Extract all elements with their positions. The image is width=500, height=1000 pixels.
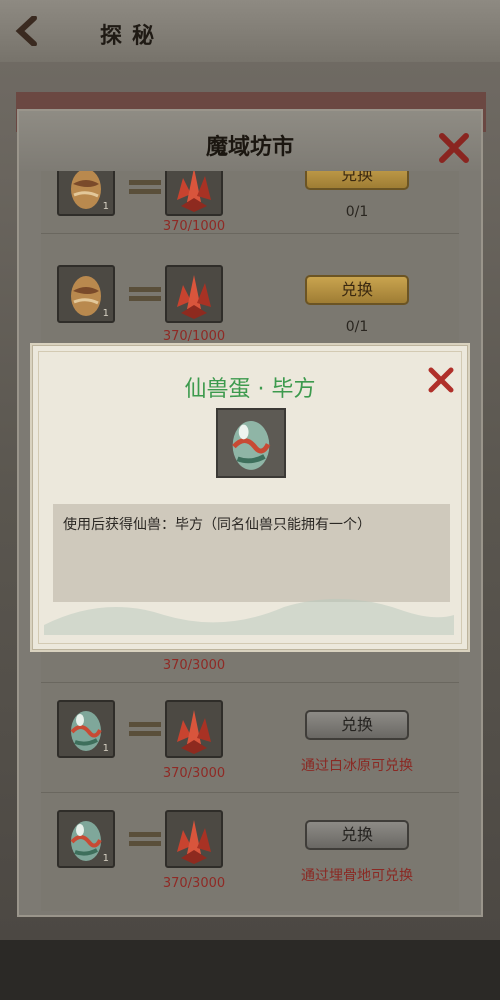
back-arrow-icon[interactable] [14, 16, 40, 46]
item-count: 1 [102, 853, 109, 864]
dragon-egg-jade-icon [232, 421, 271, 470]
cost-text: 370/3000 [162, 766, 226, 781]
equals-icon [129, 285, 161, 303]
item-slot[interactable]: 1 [57, 700, 115, 758]
cost-text: 370/1000 [162, 329, 226, 344]
red-crystal-icon [177, 710, 211, 754]
close-icon[interactable] [437, 131, 471, 165]
item-detail-popup: 仙兽蛋 · 毕方 使用后获得仙兽：毕方（同名仙兽只能拥有一个） [30, 343, 470, 652]
item-icon-frame [216, 408, 286, 478]
exchange-button-disabled[interactable]: 兑换 [305, 710, 409, 740]
item-count: 1 [102, 743, 109, 754]
exchange-row: 1 370/3000 兑换 通过白冰原可兑换 [41, 682, 459, 793]
cost-text: 370/3000 [162, 658, 226, 673]
crystal-slot [165, 171, 223, 216]
item-description: 使用后获得仙兽：毕方（同名仙兽只能拥有一个） [63, 517, 371, 533]
exchange-requirement: 通过白冰原可兑换 [301, 758, 413, 774]
red-crystal-icon [177, 275, 211, 319]
red-crystal-icon [177, 171, 211, 212]
top-bar: 探秘 [0, 0, 500, 62]
exchange-status: 0/1 [345, 204, 369, 220]
cost-text: 370/1000 [162, 219, 226, 234]
close-icon[interactable] [426, 365, 456, 395]
shop-header: 魔域坊市 [19, 111, 481, 171]
crystal-slot [165, 265, 223, 323]
cost-text: 370/3000 [162, 876, 226, 891]
exchange-row: 1 370/1000 兑换 0/1 [41, 171, 459, 234]
exchange-button-disabled[interactable]: 兑换 [305, 820, 409, 850]
crystal-slot [165, 700, 223, 758]
equals-icon [129, 178, 161, 196]
background-footer [0, 940, 500, 1000]
exchange-button[interactable]: 兑换 [305, 275, 409, 305]
item-count: 1 [102, 308, 109, 319]
item-count: 1 [102, 201, 109, 212]
item-slot[interactable]: 1 [57, 171, 115, 216]
shop-title: 魔域坊市 [205, 134, 294, 160]
item-slot[interactable]: 1 [57, 265, 115, 323]
equals-icon [129, 830, 161, 848]
page-title: 探秘 [100, 23, 165, 49]
exchange-row: 1 370/3000 兑换 通过埋骨地可兑换 [41, 792, 459, 902]
ink-landscape-decoration [44, 598, 454, 635]
equals-icon [129, 720, 161, 738]
crystal-slot [165, 810, 223, 868]
red-crystal-icon [177, 820, 211, 864]
exchange-button[interactable]: 兑换 [305, 171, 409, 190]
exchange-status: 0/1 [345, 319, 369, 335]
popup-title: 仙兽蛋 · 毕方 [184, 377, 316, 402]
exchange-row: 1 370/1000 兑换 0/1 [41, 233, 459, 344]
item-slot[interactable]: 1 [57, 810, 115, 868]
exchange-requirement: 通过埋骨地可兑换 [301, 868, 413, 884]
